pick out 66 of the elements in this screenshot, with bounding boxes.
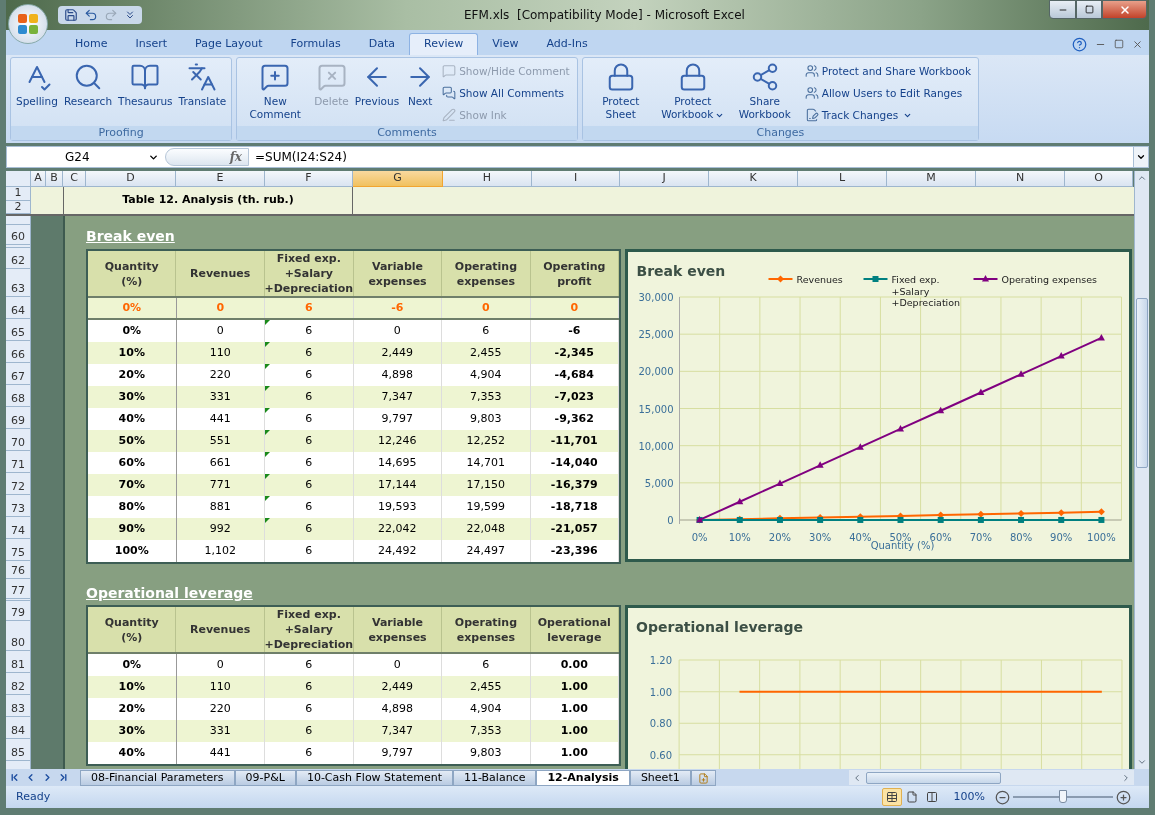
tick-label: 20%: [768, 532, 792, 543]
column-header: Revenues: [176, 607, 265, 652]
table-cell: 1,102: [176, 540, 265, 562]
tick-label: 1.00: [649, 686, 673, 698]
tick-label: 30,000: [638, 292, 674, 303]
table-cell: 0: [176, 298, 265, 318]
table-cell: 100%: [88, 540, 177, 562]
legend-label: +Salary: [891, 285, 930, 297]
table-cell: 6: [265, 298, 354, 318]
tick-label: 80%: [1009, 532, 1033, 543]
column-header: Fixed exp. +Salary +Depreciation: [264, 251, 354, 296]
table-cell: 1.00: [530, 742, 619, 764]
tick-label: 0.60: [649, 749, 673, 761]
table-cell: 0: [442, 298, 531, 318]
tick-label: 1.20: [649, 655, 673, 667]
tick-label: 40%: [849, 532, 872, 543]
legend-label: +Depreciation: [891, 297, 961, 308]
tick-label: 0%: [691, 532, 708, 543]
axis-label: Quantity (%): [870, 540, 935, 551]
tick-label: 0: [667, 515, 674, 526]
table-cell: 0: [530, 298, 619, 318]
status-text: Ready: [16, 788, 51, 805]
legend-label: Operating expenses: [1001, 274, 1097, 285]
column-header: Quantity (%): [88, 607, 177, 652]
tick-label: 10%: [728, 532, 751, 543]
table-cell: 24,497: [442, 540, 531, 562]
chart-title: Operational leverage: [636, 619, 803, 636]
title-cell: Table 12. Analysis (th. rub.): [63, 187, 353, 214]
table-cell: 9,803: [442, 742, 531, 764]
column-header: Operational leverage: [530, 607, 620, 652]
tick-label: 5,000: [644, 477, 674, 489]
table-cell: -23,396: [530, 540, 619, 562]
chart-title: Break even: [636, 263, 726, 279]
group-label: Proofing: [11, 126, 232, 140]
column-header: Variable expenses: [353, 251, 443, 296]
column-header: Operating profit: [530, 251, 620, 296]
table-cell: 40%: [88, 742, 177, 764]
column-header: Operating expenses: [442, 607, 531, 652]
group-label: Changes: [582, 126, 979, 140]
tick-label: 0.80: [649, 718, 673, 730]
table-cell: 24,492: [353, 540, 442, 562]
column-header: Operating expenses: [442, 251, 531, 296]
tick-label: 20,000: [638, 366, 674, 378]
table-cell: 9,797: [353, 742, 442, 764]
column-header: Quantity (%): [88, 251, 177, 296]
tick-label: 25,000: [638, 329, 674, 341]
tick-label: 30%: [809, 532, 832, 543]
window-title: EFM.xls [Compatibility Mode] - Microsoft Excel: [464, 7, 745, 24]
group-label: Comments: [237, 126, 577, 140]
tick-label: 70%: [969, 532, 992, 543]
table-cell: 6: [265, 540, 354, 562]
legend-label: Revenues: [796, 274, 843, 285]
tick-label: 90%: [1050, 532, 1073, 543]
column-header: Variable expenses: [353, 607, 443, 652]
section-title: Break even: [86, 227, 175, 245]
tick-label: 100%: [1087, 532, 1116, 543]
legend-label: Fixed exp.: [891, 274, 940, 285]
column-header: Fixed exp. +Salary +Depreciation: [264, 607, 354, 652]
tick-label: 15,000: [638, 403, 674, 415]
table-cell: 441: [176, 742, 265, 764]
section-title: Operational leverage: [86, 584, 253, 602]
table-cell: -6: [353, 298, 442, 318]
tick-label: 10,000: [638, 440, 674, 452]
table-cell: 0%: [88, 298, 177, 318]
column-header: Revenues: [176, 251, 265, 296]
table-cell: 6: [265, 742, 354, 764]
